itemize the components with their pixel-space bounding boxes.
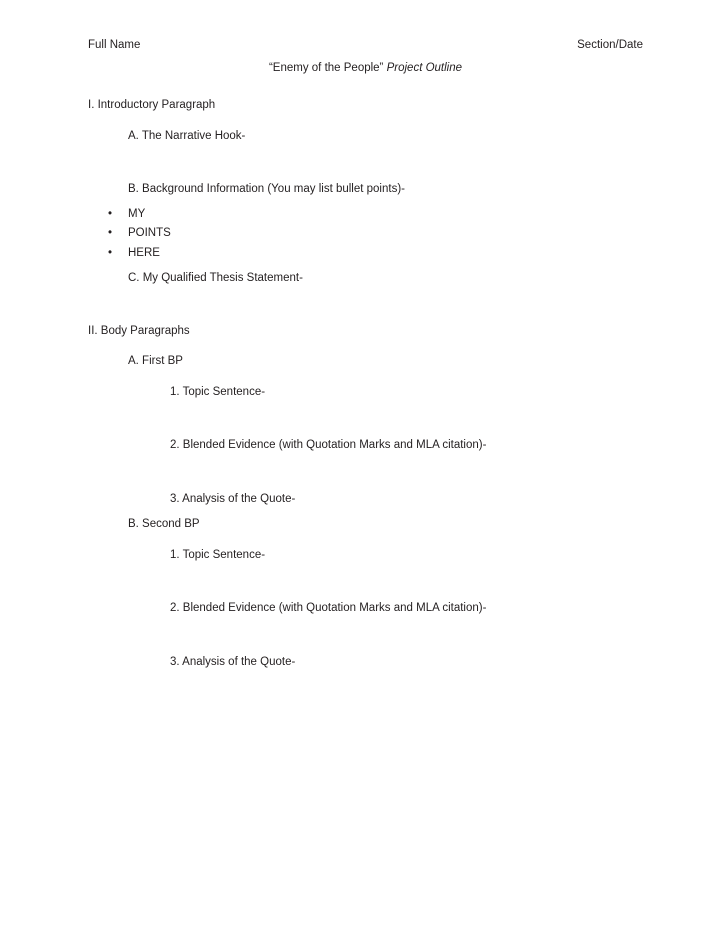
outline-item-1b: B. Background Information (You may list … bbox=[128, 183, 405, 195]
bullet-point-icon: • bbox=[108, 207, 113, 220]
outline-item-2b: B. Second BP bbox=[128, 518, 200, 530]
document-title: “Enemy of the People” Project Outline bbox=[88, 61, 643, 75]
section-heading-one: I. Introductory Paragraph bbox=[88, 99, 216, 111]
bullet-point-icon: • bbox=[108, 246, 113, 259]
section-date-field: Section/Date bbox=[577, 39, 643, 51]
bullet-point-icon: • bbox=[108, 227, 113, 239]
outline-item-2a2: 2. Blended Evidence (with Quotation Mark… bbox=[170, 439, 487, 451]
outline-item-2a: A. First BP bbox=[128, 355, 183, 367]
document-header: Full Name Section/Date bbox=[88, 39, 643, 52]
outline-item-1a: A. The Narrative Hook- bbox=[128, 129, 246, 142]
outline-item-2a3: 3. Analysis of the Quote- bbox=[170, 492, 296, 505]
background-bullet-list: • MY • POINTS • HERE bbox=[88, 207, 643, 260]
outline-item-2b2: 2. Blended Evidence (with Quotation Mark… bbox=[170, 602, 487, 614]
document-page: Full Name Section/Date “Enemy of the Peo… bbox=[0, 0, 728, 943]
full-name-field: Full Name bbox=[88, 39, 141, 51]
outline-item-2a1: 1. Topic Sentence- bbox=[170, 385, 266, 398]
section-heading-two: II. Body Paragraphs bbox=[88, 324, 190, 337]
list-item-label: HERE bbox=[128, 246, 160, 259]
list-item-label: MY bbox=[128, 207, 146, 220]
title-suffix: Project Outline bbox=[386, 61, 463, 74]
list-item: • HERE bbox=[108, 246, 643, 260]
list-item-label: POINTS bbox=[128, 227, 171, 239]
outline-item-2b3: 3. Analysis of the Quote- bbox=[170, 655, 296, 668]
list-item: • MY bbox=[108, 207, 643, 221]
outline-item-2b1: 1. Topic Sentence- bbox=[170, 548, 266, 561]
outline-item-1c: C. My Qualified Thesis Statement- bbox=[128, 272, 303, 284]
title-work-name: “Enemy of the People” bbox=[268, 61, 384, 74]
list-item: • POINTS bbox=[108, 227, 643, 240]
document-body: Full Name Section/Date “Enemy of the Peo… bbox=[88, 39, 643, 668]
